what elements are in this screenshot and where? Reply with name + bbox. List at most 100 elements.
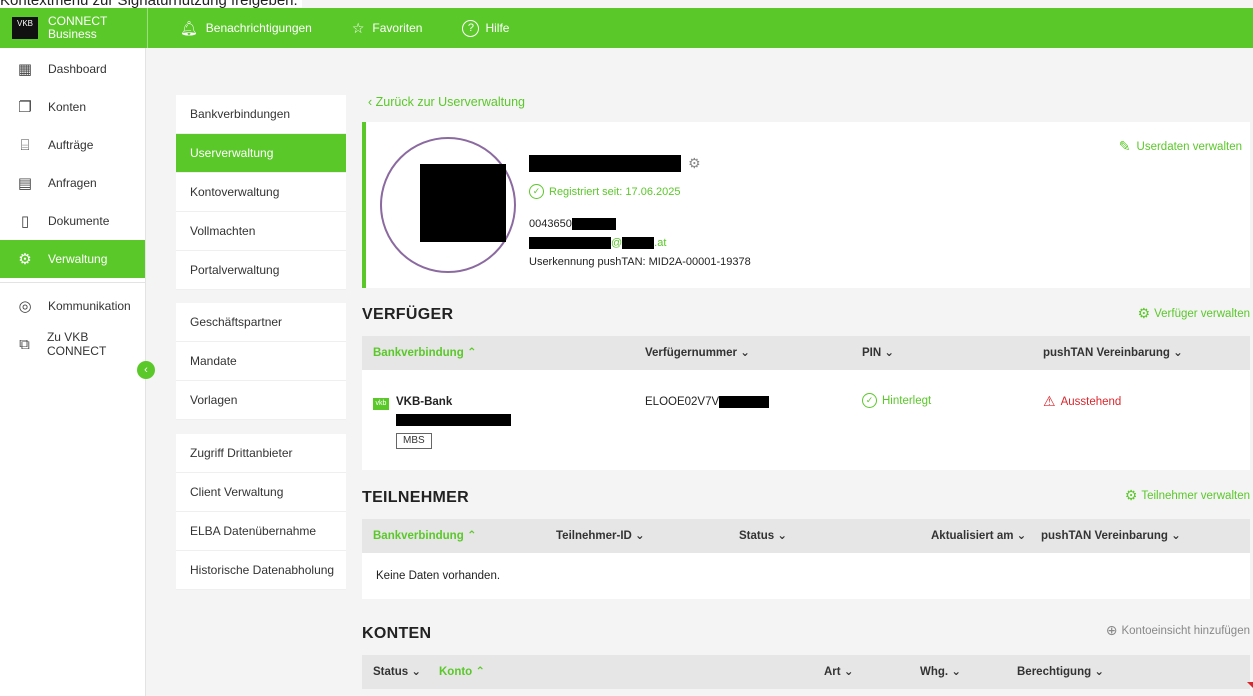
subnav-item-historische-datenabholung[interactable]: Historische Datenabholung [176, 551, 346, 590]
teilnehmer-empty-row: Keine Daten vorhanden. [362, 553, 1250, 599]
col-verfuegernummer[interactable]: Verfügernummer ⌄ [645, 336, 750, 370]
plus-circle-icon: ⊕ [1105, 622, 1118, 638]
col-pushtan-vereinbarung[interactable]: pushTAN Vereinbarung ⌄ [1041, 519, 1181, 553]
col-label: PIN [862, 347, 882, 359]
user-name-redacted [529, 155, 681, 172]
sidebar-item-konten[interactable]: ❐ Konten [0, 88, 145, 126]
notifications-link[interactable]: 🔔︎ Benachrichtigungen [180, 20, 312, 37]
subnav-item-elba-datenuebernahme[interactable]: ELBA Datenübernahme [176, 512, 346, 551]
notifications-label: Benachrichtigungen [205, 21, 312, 35]
favorites-label: Favoriten [372, 21, 423, 35]
teilnehmer-verwalten-link[interactable]: ⚙ Teilnehmer verwalten [1125, 487, 1250, 504]
col-label: Bankverbindung [373, 347, 464, 359]
gear-icon: ⚙ [18, 251, 32, 268]
col-label: Bankverbindung [373, 530, 464, 542]
col-waehrung[interactable]: Whg. ⌄ [920, 655, 961, 689]
star-icon: ☆ [351, 19, 365, 36]
pin-status: ✓ Hinterlegt [862, 393, 931, 408]
sidebar-item-label: Konten [48, 100, 87, 114]
col-berechtigung[interactable]: Berechtigung ⌄ [1017, 655, 1104, 689]
favorites-link[interactable]: ☆ Favoriten [352, 20, 423, 37]
col-status[interactable]: Status ⌄ [739, 519, 787, 553]
sidebar-item-dashboard[interactable]: ▦ Dashboard [0, 50, 145, 88]
brand[interactable]: VKB CONNECT Business [0, 8, 148, 48]
gear-icon: ⚙ [1137, 305, 1151, 321]
subnav-item-zugriff-drittanbieter[interactable]: Zugriff Drittanbieter [176, 434, 346, 473]
col-status[interactable]: Status ⌄ [373, 655, 421, 689]
verfueger-verwalten-link[interactable]: ⚙ Verfüger verwalten [1138, 305, 1250, 322]
subnav-item-portalverwaltung[interactable]: Portalverwaltung [176, 251, 346, 290]
sidebar-item-dokumente[interactable]: ▯ Dokumente [0, 202, 145, 240]
col-konto[interactable]: Konto ⌃ [439, 655, 485, 689]
chevron-left-icon: ‹ [368, 95, 376, 109]
kontoeinsicht-hinzufuegen-link[interactable]: ⊕ Kontoeinsicht hinzufügen [1106, 622, 1250, 639]
chevron-up-icon: ⌃ [466, 530, 477, 542]
subnav-group-1: Bankverbindungen Userverwaltung Kontover… [176, 95, 346, 290]
check-circle-icon: ✓ [529, 184, 544, 199]
sidebar-collapse-button[interactable]: ‹ [137, 361, 155, 379]
col-bankverbindung[interactable]: Bankverbindung ⌃ [373, 519, 477, 553]
sidebar-item-label: Aufträge [48, 138, 94, 152]
chevron-down-icon: ⌄ [1016, 530, 1027, 542]
sidebar-item-anfragen[interactable]: ▤ Anfragen [0, 164, 145, 202]
email-user-redacted [529, 237, 611, 250]
col-label: pushTAN Vereinbarung [1041, 530, 1168, 542]
warning-icon: ⚠ [1043, 393, 1056, 409]
chevron-down-icon: ⌄ [1171, 530, 1181, 542]
phone-number: 0043650 [529, 218, 616, 231]
chevron-down-icon: ⌄ [777, 530, 787, 542]
gear-icon[interactable]: ⚙ [688, 155, 701, 172]
col-bankverbindung[interactable]: Bankverbindung ⌃ [373, 336, 477, 370]
top-nav: 🔔︎ Benachrichtigungen ☆ Favoriten ? Hilf… [148, 19, 549, 37]
teilnehmer-verwalten-label: Teilnehmer verwalten [1141, 489, 1250, 502]
brand-logo: VKB [12, 17, 38, 39]
userdaten-verwalten-link[interactable]: ✎ Userdaten verwalten [1119, 138, 1242, 155]
help-label: Hilfe [485, 21, 510, 35]
chat-icon: ◎ [18, 298, 32, 315]
cards-icon: ❐ [18, 99, 32, 116]
email-domain-redacted [622, 237, 655, 250]
subnav-group-3: Zugriff Drittanbieter Client Verwaltung … [176, 434, 346, 590]
subnav-item-mandate[interactable]: Mandate [176, 342, 346, 381]
sidebar-item-kommunikation[interactable]: ◎ Kommunikation [0, 287, 145, 325]
sidebar-item-label: Dokumente [48, 214, 110, 228]
col-pushtan-vereinbarung[interactable]: pushTAN Vereinbarung ⌄ [1043, 336, 1183, 370]
back-to-userverwaltung-link[interactable]: ‹ Zurück zur Userverwaltung [368, 95, 525, 109]
sidebar-item-verwaltung[interactable]: ⚙ Verwaltung [0, 240, 145, 278]
chevron-down-icon: ⌄ [1173, 347, 1183, 359]
chevron-down-icon: ⌄ [843, 666, 854, 678]
subnav-item-vorlagen[interactable]: Vorlagen [176, 381, 346, 420]
scroll-indicator [1247, 682, 1253, 688]
external-link-icon: ⧉ [19, 335, 30, 353]
sidebar-item-label: Zu VKB CONNECT [46, 330, 107, 358]
col-aktualisiert-am[interactable]: Aktualisiert am ⌄ [931, 519, 1026, 553]
subnav-item-kontoverwaltung[interactable]: Kontoverwaltung [176, 173, 346, 212]
sidebar: ▦ Dashboard ❐ Konten ⌸ Aufträge ▤ Anfrag… [0, 48, 146, 696]
bank-name: VKB-Bank [396, 396, 453, 408]
sidebar-item-zu-vkb-connect[interactable]: ⧉ Zu VKB CONNECT [0, 325, 145, 363]
verfueger-title: VERFÜGER [362, 306, 454, 323]
kontoeinsicht-hinzufuegen-label: Kontoeinsicht hinzufügen [1121, 624, 1250, 637]
avatar [380, 137, 516, 273]
brand-line2: Business [48, 27, 97, 41]
bell-icon: 🔔︎ [180, 19, 198, 36]
sidebar-item-label: Kommunikation [48, 299, 131, 313]
col-teilnehmer-id[interactable]: Teilnehmer-ID ⌄ [556, 519, 645, 553]
help-link[interactable]: ? Hilfe [462, 19, 510, 37]
back-link-label: Zurück zur Userverwaltung [375, 95, 525, 109]
subnav-item-bankverbindungen[interactable]: Bankverbindungen [176, 95, 346, 134]
col-art[interactable]: Art ⌄ [824, 655, 853, 689]
verfueger-verwalten-label: Verfüger verwalten [1154, 307, 1250, 320]
col-pin[interactable]: PIN ⌄ [862, 336, 894, 370]
chevron-down-icon: ⌄ [411, 666, 421, 678]
subnav-item-client-verwaltung[interactable]: Client Verwaltung [176, 473, 346, 512]
brand-text: CONNECT Business [48, 15, 107, 41]
sidebar-item-auftraege[interactable]: ⌸ Aufträge [0, 126, 145, 164]
konten-title: KONTEN [362, 625, 432, 642]
subnav-item-geschaeftspartner[interactable]: Geschäftspartner [176, 303, 346, 342]
pushtan-user-id: Userkennung pushTAN: MID2A-00001-19378 [529, 256, 751, 268]
col-label: Teilnehmer-ID [556, 530, 632, 542]
subnav-item-userverwaltung[interactable]: Userverwaltung [176, 134, 346, 173]
subnav-item-vollmachten[interactable]: Vollmachten [176, 212, 346, 251]
phone-prefix: 0043650 [529, 218, 572, 230]
